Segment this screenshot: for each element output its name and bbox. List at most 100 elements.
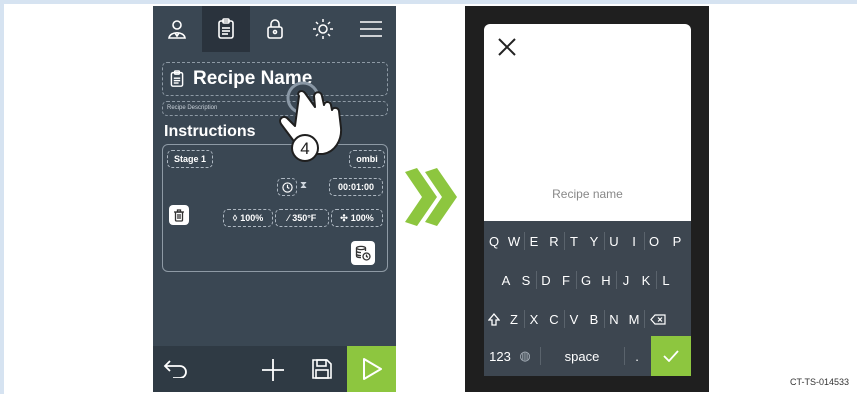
tab-lock[interactable]: [251, 6, 299, 52]
delete-stage-button[interactable]: [169, 205, 189, 225]
key[interactable]: Q: [484, 230, 504, 252]
shift-key[interactable]: [484, 308, 504, 330]
clock-icon: [281, 181, 293, 193]
top-tab-bar: [153, 6, 396, 56]
fan-icon: ✣: [340, 212, 348, 223]
key[interactable]: E: [524, 230, 544, 252]
key[interactable]: D: [536, 269, 556, 291]
tab-user[interactable]: [153, 6, 201, 52]
key[interactable]: S: [516, 269, 536, 291]
key[interactable]: O: [644, 230, 664, 252]
on-screen-keyboard: Q W E R T Y U I O P A S D F G H J K L Z …: [484, 221, 691, 376]
key[interactable]: R: [544, 230, 564, 252]
confirm-key[interactable]: [651, 336, 691, 376]
fan-value: 100%: [350, 213, 374, 223]
key[interactable]: G: [576, 269, 596, 291]
add-stage-button[interactable]: [261, 358, 285, 387]
humidity-value: 100%: [240, 213, 264, 223]
add-icon: [262, 359, 284, 381]
close-button[interactable]: [497, 37, 517, 62]
key[interactable]: C: [544, 308, 564, 330]
tab-menu[interactable]: [347, 6, 395, 52]
backspace-icon: [650, 313, 666, 325]
key-separator: [564, 310, 565, 328]
instructions-heading: Instructions: [164, 123, 256, 140]
thermometer-icon: ⁄: [287, 213, 290, 223]
back-button[interactable]: [163, 358, 189, 383]
double-chevron-icon: [405, 168, 457, 226]
key-separator: [656, 271, 657, 289]
recipe-icon: [170, 70, 184, 87]
recipe-name-placeholder[interactable]: Recipe name: [484, 187, 691, 201]
back-icon: [163, 360, 187, 379]
key[interactable]: U: [604, 230, 624, 252]
menu-icon: [360, 21, 382, 37]
save-icon: [312, 359, 332, 379]
key[interactable]: I: [624, 230, 644, 252]
brightness-icon: [313, 19, 333, 39]
key[interactable]: J: [616, 269, 636, 291]
key[interactable]: X: [524, 308, 544, 330]
droplet-icon: ◊: [232, 213, 238, 223]
timer-button[interactable]: [277, 178, 297, 196]
key[interactable]: B: [584, 308, 604, 330]
lock-icon: [267, 19, 283, 39]
user-icon: [168, 20, 186, 39]
tab-recipe[interactable]: [202, 6, 250, 52]
time-value[interactable]: 00:01:00: [329, 178, 383, 196]
key-separator: [616, 271, 617, 289]
period-key[interactable]: .: [626, 345, 648, 367]
key-separator: [564, 232, 565, 250]
key[interactable]: F: [556, 269, 576, 291]
key-separator: [536, 271, 537, 289]
stack-clock-icon: [355, 245, 371, 261]
close-icon: [498, 38, 516, 56]
key[interactable]: P: [666, 230, 688, 252]
globe-icon: ◍: [519, 348, 531, 363]
figure-code: CT-TS-014533: [789, 377, 849, 387]
step-number: 4: [300, 139, 309, 158]
name-entry-sheet: Recipe name: [484, 24, 691, 221]
key[interactable]: Y: [584, 230, 604, 252]
start-button[interactable]: [347, 346, 396, 392]
key-separator: [644, 310, 645, 328]
key[interactable]: T: [564, 230, 584, 252]
key-separator: [576, 271, 577, 289]
key-separator: [644, 232, 645, 250]
key[interactable]: N: [604, 308, 624, 330]
backspace-key[interactable]: [646, 308, 670, 330]
key[interactable]: M: [624, 308, 644, 330]
key[interactable]: W: [504, 230, 524, 252]
trash-icon: [174, 208, 184, 222]
key[interactable]: Z: [504, 308, 524, 330]
stage-options-button[interactable]: [351, 241, 375, 265]
save-button[interactable]: [311, 358, 333, 385]
humidity-chip[interactable]: ◊ 100%: [223, 209, 273, 227]
play-icon: [362, 358, 382, 380]
key-separator: [524, 310, 525, 328]
space-key[interactable]: space: [542, 345, 622, 367]
recipe-description-text: Recipe Description: [167, 105, 218, 111]
fan-chip[interactable]: ✣ 100%: [331, 209, 383, 227]
globe-key[interactable]: ◍: [515, 345, 535, 367]
tap-hand-icon: 4: [279, 81, 343, 162]
temperature-value: 350°F: [292, 213, 317, 223]
tab-brightness[interactable]: [299, 6, 347, 52]
stage-label[interactable]: Stage 1: [167, 150, 213, 168]
key-separator: [604, 232, 605, 250]
key[interactable]: L: [656, 269, 676, 291]
temperature-chip[interactable]: ⁄ 350°F: [275, 209, 329, 227]
bottom-action-bar: [153, 346, 396, 392]
key[interactable]: H: [596, 269, 616, 291]
keyboard-screen: Recipe name Q W E R T Y U I O P A S D F …: [465, 6, 709, 392]
key[interactable]: A: [496, 269, 516, 291]
shift-icon: [488, 312, 500, 326]
key[interactable]: V: [564, 308, 584, 330]
recipe-icon: [218, 18, 234, 39]
key-separator: [624, 347, 625, 365]
numbers-key[interactable]: 123: [487, 345, 513, 367]
key[interactable]: K: [636, 269, 656, 291]
recipe-editor-screen: Recipe Name Recipe Description Instructi…: [153, 6, 396, 392]
key-separator: [524, 232, 525, 250]
key-separator: [540, 347, 541, 365]
